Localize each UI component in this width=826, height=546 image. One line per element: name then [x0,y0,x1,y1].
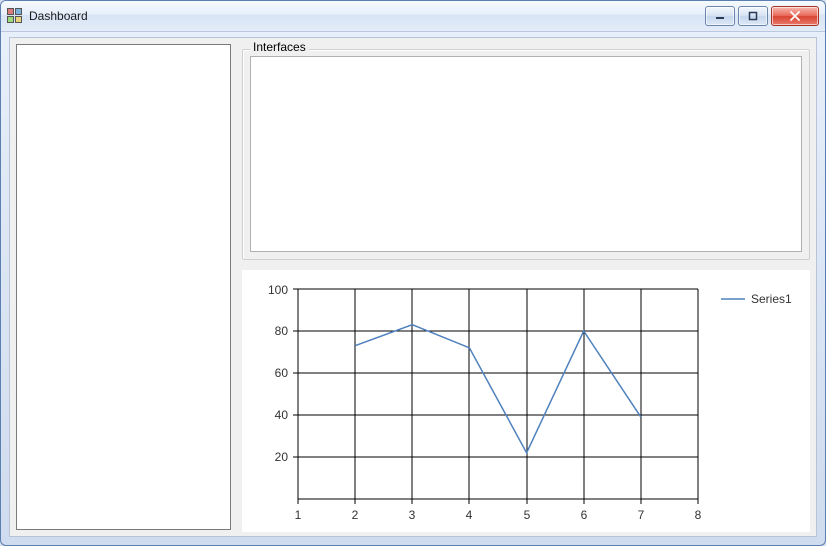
client-area: Interfaces [9,37,817,537]
close-button[interactable] [771,6,819,26]
x-tick-2: 2 [352,508,359,522]
x-tick-6: 6 [581,508,588,522]
interface-list[interactable] [16,44,231,530]
chart-panel: 1 2 3 4 5 6 7 8 20 40 60 80 [242,270,810,532]
app-icon [7,8,23,24]
minimize-button[interactable] [705,6,735,26]
window-buttons [705,6,819,26]
y-tick-100: 100 [268,283,288,297]
y-tick-80: 80 [275,324,289,338]
maximize-button[interactable] [738,6,768,26]
window-title: Dashboard [29,9,88,23]
legend-series1: Series1 [751,292,792,306]
x-tick-7: 7 [638,508,645,522]
series1-line [355,325,641,453]
interfaces-groupbox: Interfaces [242,42,810,260]
chart-legend: Series1 [721,292,792,306]
y-tick-40: 40 [275,408,289,422]
x-tick-3: 3 [409,508,416,522]
interfaces-content[interactable] [250,56,802,252]
line-chart: 1 2 3 4 5 6 7 8 20 40 60 80 [243,271,809,531]
app-window: Dashboard Interfaces [0,0,826,546]
titlebar[interactable]: Dashboard [1,1,825,32]
x-tick-4: 4 [466,508,473,522]
x-tick-5: 5 [524,508,531,522]
x-tick-8: 8 [695,508,702,522]
y-tick-60: 60 [275,366,289,380]
interfaces-label: Interfaces [250,40,309,54]
y-tick-20: 20 [275,450,289,464]
x-tick-1: 1 [295,508,302,522]
